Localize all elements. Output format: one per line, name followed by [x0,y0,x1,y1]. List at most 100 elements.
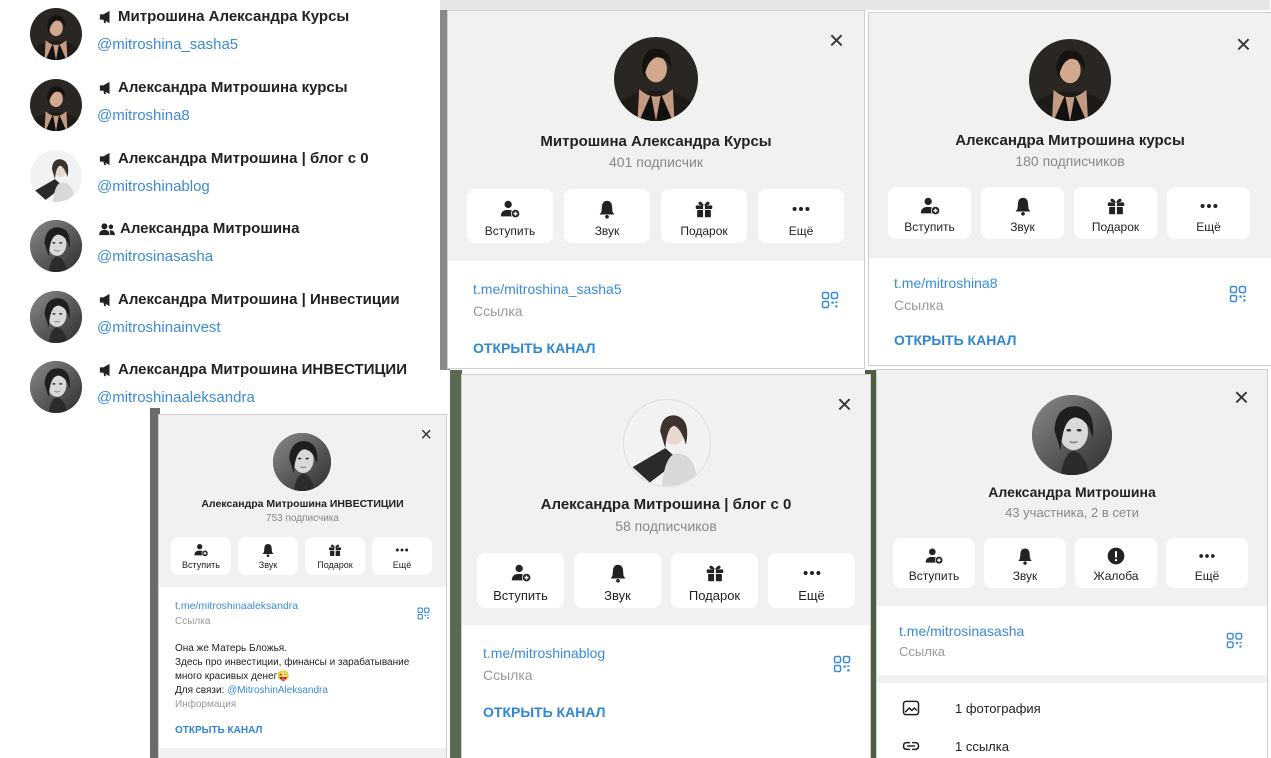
gift-button[interactable]: Подарок [671,553,758,608]
result-handle[interactable]: @mitroshina8 [97,107,190,124]
channel-link[interactable]: t.me/mitroshina8 [894,275,997,291]
add-user-icon [510,562,532,584]
sound-button[interactable]: Звук [574,553,661,608]
photo-icon [901,698,921,718]
megaphone-icon [98,363,114,377]
more-button[interactable]: Ещё [372,537,432,575]
result-title: Митрошина Александра Курсы [98,8,349,25]
qr-code-icon[interactable] [833,655,851,673]
search-result-item[interactable]: Александра Митрошина @mitrosinasasha [30,218,450,278]
sound-button[interactable]: Звук [984,538,1066,588]
description-line: Здесь про инвестиции, финансы и зарабаты… [175,657,410,668]
channel-link[interactable]: t.me/mitroshinaaleksandra [175,600,298,612]
close-icon[interactable]: × [1236,31,1251,57]
description-line: много красивых денег😜 [175,671,290,682]
more-button[interactable]: Ещё [1167,187,1250,239]
join-button[interactable]: Вступить [888,187,971,239]
search-result-item[interactable]: Александра Митрошина ИНВЕСТИЦИИ @mitrosh… [30,359,450,419]
bell-icon [260,542,276,558]
sound-button[interactable]: Звук [238,537,298,575]
open-channel-button[interactable]: ОТКРЫТЬ КАНАЛ [175,725,262,736]
link-label: Ссылка [899,644,946,659]
channel-link[interactable]: t.me/mitroshina_sasha5 [473,281,622,297]
gift-button[interactable]: Подарок [661,189,747,243]
bell-icon [596,198,618,220]
more-icon [1198,195,1220,217]
channel-name: Александра Митрошина | блог с 0 [540,496,792,513]
link-icon [901,736,921,756]
open-channel-button[interactable]: ОТКРЫТЬ КАНАЛ [473,340,595,356]
subscriber-count: 753 подписчика [266,513,339,524]
bell-icon [607,562,629,584]
search-result-item[interactable]: Александра Митрошина | блог с 0 @mitrosh… [30,148,450,208]
result-handle[interactable]: @mitrosinasasha [97,248,213,265]
qr-code-icon[interactable] [1226,632,1243,649]
report-button[interactable]: Жалоба [1075,538,1157,588]
open-channel-button[interactable]: ОТКРЫТЬ КАНАЛ [894,332,1016,348]
group-info-panel: × Александра Митрошина 43 участника, 2 в… [877,370,1267,758]
avatar [30,8,82,60]
result-handle[interactable]: @mitroshinainvest [97,319,221,336]
close-icon[interactable]: × [829,27,844,53]
avatar [30,79,82,131]
backdrop-strip [440,0,1270,10]
gift-button[interactable]: Подарок [1074,187,1157,239]
more-icon [801,562,823,584]
close-icon[interactable]: × [837,391,852,417]
group-link[interactable]: t.me/mitrosinasasha [899,623,1024,639]
result-title: Александра Митрошина | Инвестиции [98,291,400,308]
group-name: Александра Митрошина [988,484,1156,500]
search-result-item[interactable]: Александра Митрошина курсы @mitroshina8 [30,77,450,137]
channel-avatar [273,433,331,491]
close-icon[interactable]: × [420,425,432,445]
contact-line: Для связи: @MitroshinAleksandra [175,685,328,696]
bell-icon [1012,195,1034,217]
more-button[interactable]: Ещё [768,553,855,608]
join-button[interactable]: Вступить [477,553,564,608]
links-count-item[interactable]: 1 ссылка [955,739,1009,754]
more-icon [394,542,410,558]
add-user-icon [919,195,941,217]
channel-name: Александра Митрошина курсы [955,132,1185,149]
channel-name: Митрошина Александра Курсы [540,133,772,150]
group-avatar [1032,395,1112,475]
result-title: Александра Митрошина ИНВЕСТИЦИИ [98,361,407,378]
channel-name: Александра Митрошина ИНВЕСТИЦИИ [201,498,404,510]
sound-button[interactable]: Звук [981,187,1064,239]
join-button[interactable]: Вступить [893,538,975,588]
avatar [30,150,82,202]
more-button[interactable]: Ещё [758,189,844,243]
close-icon[interactable]: × [1234,384,1249,410]
megaphone-icon [98,293,114,307]
search-result-item[interactable]: Александра Митрошина | Инвестиции @mitro… [30,289,450,349]
result-handle[interactable]: @mitroshina_sasha5 [97,36,238,53]
photos-count-item[interactable]: 1 фотография [955,701,1041,716]
description-line: Она же Матерь Бложья. [175,643,287,654]
avatar [30,291,82,343]
avatar [30,361,82,413]
channel-description: Она же Матерь Бложья. Здесь про инвестиц… [175,642,435,698]
add-user-icon [924,546,944,566]
join-button[interactable]: Вступить [171,537,231,575]
more-button[interactable]: Ещё [1166,538,1248,588]
qr-code-icon[interactable] [1229,285,1247,303]
subscriber-count: 58 подписчиков [615,518,717,534]
group-icon [98,222,116,236]
open-channel-button[interactable]: ОТКРЫТЬ КАНАЛ [483,704,605,720]
join-button[interactable]: Вступить [467,189,553,243]
subscriber-count: 180 подписчиков [1015,153,1125,169]
gift-button[interactable]: Подарок [305,537,365,575]
contact-handle-link[interactable]: @MitroshinAleksandra [227,685,328,696]
result-handle[interactable]: @mitroshinablog [97,178,210,195]
link-label: Ссылка [175,616,211,627]
result-handle[interactable]: @mitroshinaaleksandra [97,389,255,406]
qr-code-icon[interactable] [821,291,839,309]
search-result-item[interactable]: Митрошина Александра Курсы @mitroshina_s… [30,6,450,66]
channel-info-panel: × Митрошина Александра Курсы 401 подписч… [448,11,864,368]
gift-icon [1105,195,1127,217]
channel-avatar [614,37,698,121]
qr-code-icon[interactable] [417,607,430,620]
info-label: Информация [175,699,237,710]
sound-button[interactable]: Звук [564,189,650,243]
channel-link[interactable]: t.me/mitroshinablog [483,645,605,661]
